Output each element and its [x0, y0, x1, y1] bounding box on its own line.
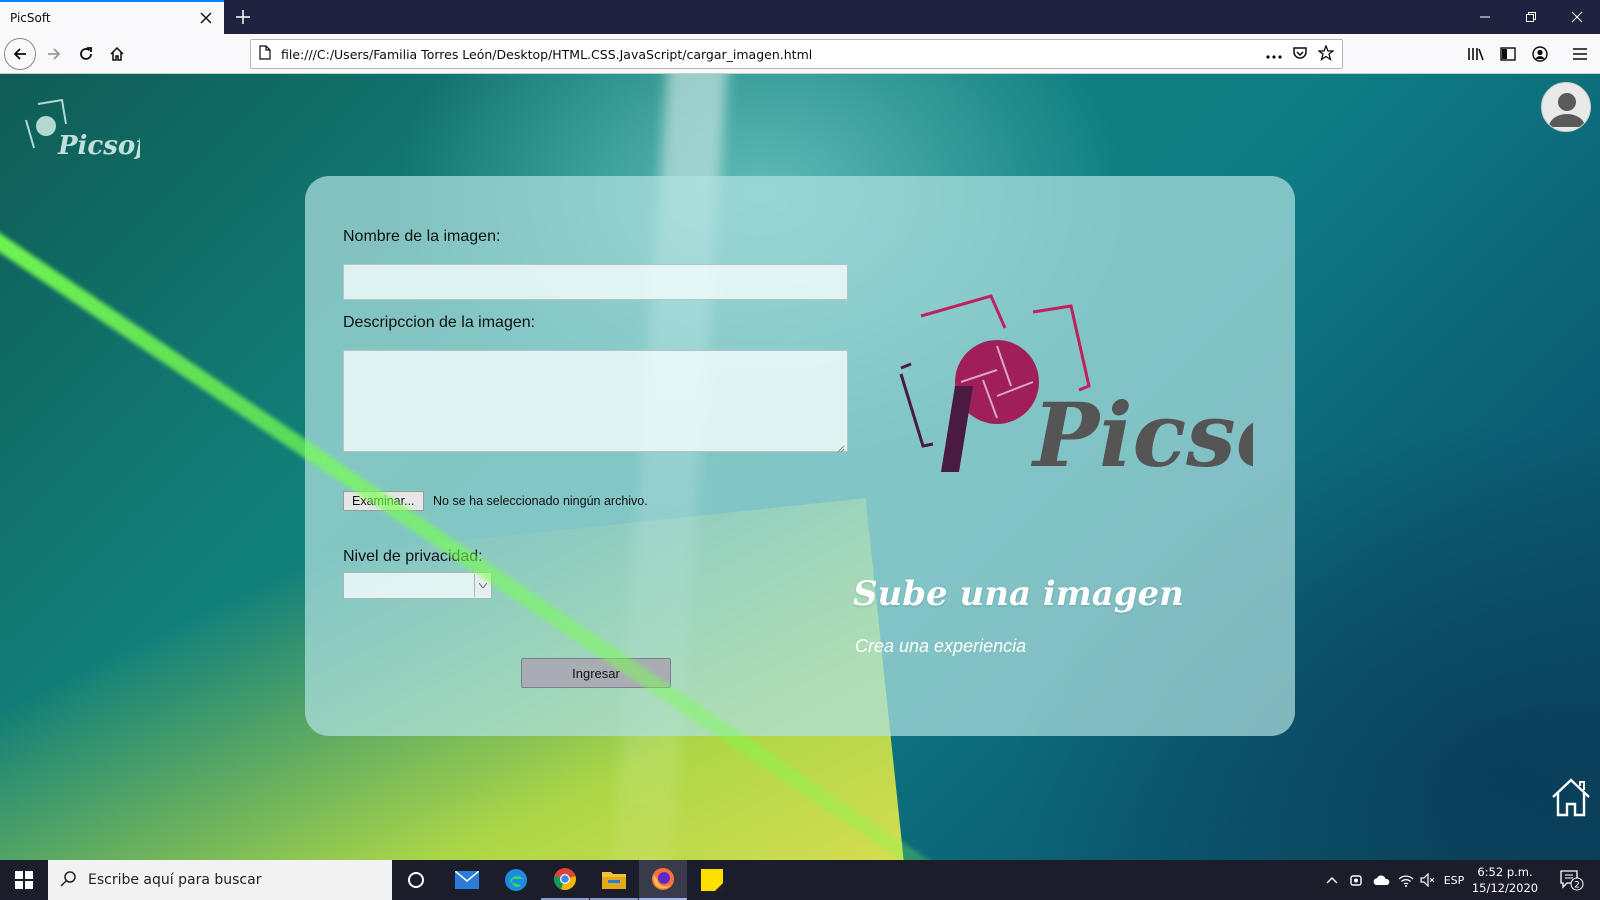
- pocket-icon[interactable]: [1292, 45, 1308, 64]
- restore-icon[interactable]: [1508, 0, 1554, 34]
- image-name-input[interactable]: [343, 264, 848, 300]
- resize-grip-icon[interactable]: [837, 441, 845, 453]
- browser-tab[interactable]: PicSoft: [0, 0, 224, 34]
- privacy-label: Nivel de privacidad:: [343, 548, 483, 565]
- picsoft-brand-logo: Picsoft: [893, 286, 1373, 496]
- address-bar[interactable]: file:///C:/Users/Familia Torres León/Des…: [250, 39, 1343, 69]
- library-icon[interactable]: [1462, 40, 1490, 68]
- bookmark-star-icon[interactable]: [1317, 43, 1335, 64]
- search-placeholder: Escribe aquí para buscar: [88, 872, 262, 888]
- chevron-down-icon[interactable]: [474, 574, 490, 597]
- windows-taskbar: Escribe aquí para buscar ESP 6:52 p.m. 1…: [0, 860, 1600, 900]
- menu-icon[interactable]: [1566, 40, 1594, 68]
- corner-logo[interactable]: Picsoft: [20, 96, 158, 164]
- home-icon[interactable]: [101, 38, 133, 70]
- sticky-notes-icon[interactable]: [688, 860, 736, 900]
- meet-now-icon[interactable]: [1345, 860, 1367, 900]
- close-window-icon[interactable]: [1554, 0, 1600, 34]
- tab-close-icon[interactable]: [192, 4, 220, 32]
- brand-logo-text: Picsoft: [1030, 383, 1253, 487]
- file-explorer-icon[interactable]: [590, 860, 638, 900]
- file-status-text: No se ha seleccionado ningún archivo.: [433, 494, 648, 508]
- windows-start-icon[interactable]: [0, 860, 48, 900]
- browser-tab-bar: PicSoft: [0, 0, 1600, 34]
- name-label: Nombre de la imagen:: [343, 228, 501, 245]
- browse-file-button[interactable]: Examinar...: [343, 491, 424, 511]
- show-hidden-icons-icon[interactable]: [1322, 860, 1342, 900]
- taskbar-search-box[interactable]: Escribe aquí para buscar: [48, 860, 392, 900]
- description-label: Descripccion de la imagen:: [343, 314, 536, 331]
- volume-muted-icon[interactable]: [1418, 860, 1438, 900]
- sidebar-icon[interactable]: [1494, 40, 1522, 68]
- minimize-icon[interactable]: [1462, 0, 1508, 34]
- cortana-icon[interactable]: [392, 860, 440, 900]
- language-indicator[interactable]: ESP: [1440, 860, 1468, 900]
- account-icon[interactable]: [1526, 40, 1554, 68]
- edge-icon[interactable]: [492, 860, 540, 900]
- back-arrow-icon[interactable]: [4, 38, 36, 70]
- submit-button[interactable]: Ingresar: [521, 658, 671, 688]
- forward-arrow-icon[interactable]: [38, 38, 70, 70]
- taskbar-clock[interactable]: 6:52 p.m. 15/12/2020: [1470, 864, 1540, 896]
- url-text[interactable]: file:///C:/Users/Familia Torres León/Des…: [281, 47, 1266, 62]
- clock-date: 15/12/2020: [1471, 881, 1539, 895]
- page-file-icon: [259, 45, 271, 63]
- tab-title: PicSoft: [10, 11, 51, 25]
- upload-card: Nombre de la imagen: Descripccion de la …: [305, 176, 1373, 736]
- new-tab-icon[interactable]: [228, 2, 258, 32]
- home-house-icon[interactable]: [1550, 776, 1592, 818]
- firefox-icon[interactable]: [639, 860, 687, 900]
- subtagline: Crea una experiencia: [855, 636, 1027, 656]
- chrome-icon[interactable]: [541, 860, 589, 900]
- browser-nav-bar: file:///C:/Users/Familia Torres León/Des…: [0, 34, 1600, 74]
- page-actions-icon[interactable]: [1266, 47, 1282, 62]
- notification-count: 2: [1574, 881, 1580, 891]
- action-center-icon[interactable]: 2: [1552, 860, 1592, 900]
- search-icon: [60, 870, 76, 890]
- user-avatar-icon[interactable]: [1541, 82, 1591, 132]
- page-viewport: Picsoft Nombre de la imagen: Descripccio…: [0, 74, 1600, 860]
- wifi-icon[interactable]: [1396, 860, 1416, 900]
- image-description-textarea[interactable]: [343, 350, 848, 453]
- privacy-select[interactable]: [343, 572, 492, 599]
- corner-logo-text: Picsoft: [57, 131, 140, 161]
- onedrive-cloud-icon[interactable]: [1369, 860, 1393, 900]
- tagline: Sube una imagen: [853, 574, 1184, 614]
- mail-icon[interactable]: [443, 860, 491, 900]
- reload-icon[interactable]: [70, 38, 102, 70]
- clock-time: 6:52 p.m.: [1477, 865, 1533, 879]
